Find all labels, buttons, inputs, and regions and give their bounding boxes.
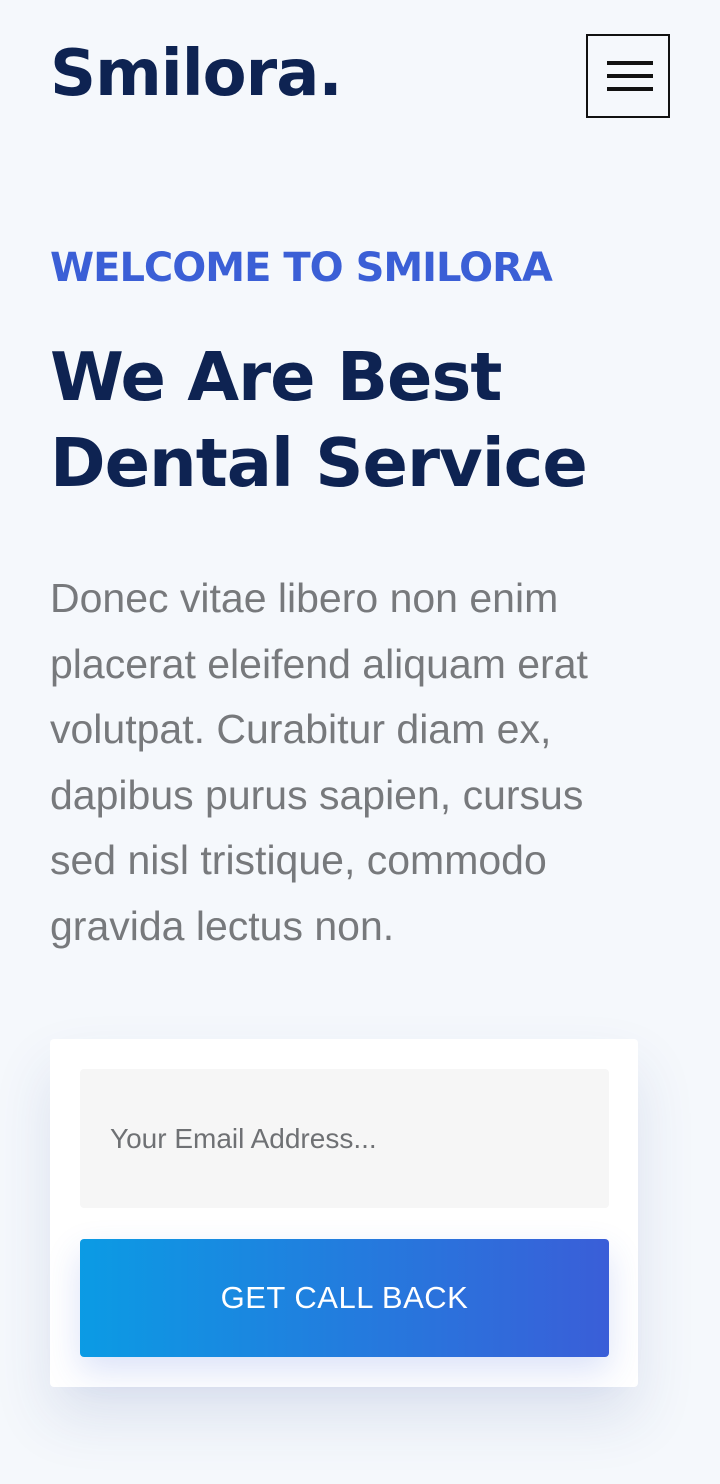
menu-icon-bar [607,87,653,91]
menu-button[interactable] [586,34,670,118]
menu-icon-bar [607,61,653,65]
hero-title: We Are Best Dental Service [50,338,588,502]
email-input[interactable] [80,1069,609,1208]
site-logo[interactable]: Smilora. [50,32,343,116]
site-header: Smilora. [0,0,720,160]
callback-form: GET CALL BACK [50,1039,638,1387]
hero-eyebrow: WELCOME TO SMILORA [50,245,553,291]
menu-icon-bar [607,74,653,78]
get-call-back-button[interactable]: GET CALL BACK [80,1239,609,1357]
hero-description: Donec vitae libero non enim placerat ele… [50,575,588,949]
